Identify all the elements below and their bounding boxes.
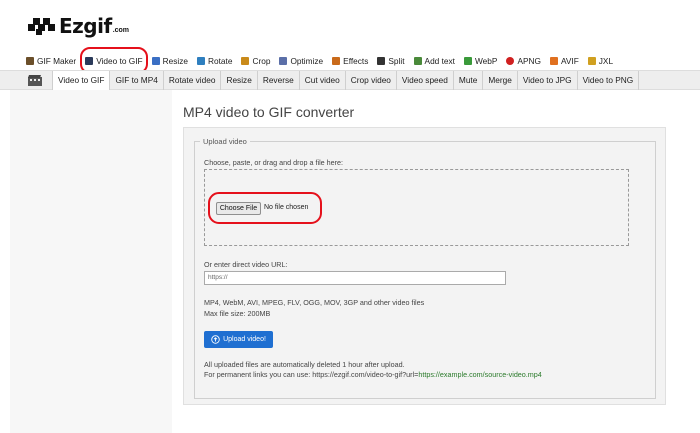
max-file-size: Max file size: 200MB <box>204 309 271 318</box>
subnav-tabs: Video to GIF GIF to MP4 Rotate video Res… <box>52 71 640 90</box>
logo-domain: .com <box>112 26 130 34</box>
tab-merge[interactable]: Merge <box>482 71 517 90</box>
sub-nav: Video to GIF GIF to MP4 Rotate video Res… <box>0 70 700 90</box>
gif-maker-icon <box>26 57 34 65</box>
nav-jxl[interactable]: JXL <box>587 56 613 66</box>
tab-resize[interactable]: Resize <box>220 71 256 90</box>
tab-video-to-gif[interactable]: Video to GIF <box>52 71 110 90</box>
webp-icon <box>463 57 472 65</box>
permanent-link-note: For permanent links you can use: https:/… <box>204 370 542 379</box>
supported-formats: MP4, WebM, AVI, MPEG, FLV, OGG, MOV, 3GP… <box>204 298 425 307</box>
upload-panel: Upload video Choose, paste, or drag and … <box>183 127 666 405</box>
nav-avif[interactable]: AVIF <box>549 56 579 66</box>
nav-rotate[interactable]: Rotate <box>197 56 232 66</box>
tab-rotate-video[interactable]: Rotate video <box>162 71 221 90</box>
choose-file-highlight <box>208 192 322 224</box>
tab-crop-video[interactable]: Crop video <box>344 71 396 90</box>
rotate-icon <box>197 57 205 65</box>
upload-video-button[interactable]: Upload video! <box>204 331 273 348</box>
url-label: Or enter direct video URL: <box>204 260 288 269</box>
permanent-link-prefix: For permanent links you can use: https:/… <box>204 370 419 379</box>
upload-instruction: Choose, paste, or drag and drop a file h… <box>204 158 344 167</box>
upload-legend: Upload video <box>200 137 250 146</box>
page-title: MP4 video to GIF converter <box>183 104 355 120</box>
optimize-icon <box>279 57 288 65</box>
cloud-upload-icon <box>211 335 220 344</box>
tab-mute[interactable]: Mute <box>452 71 482 90</box>
logo[interactable]: Ezgif .com <box>28 12 129 40</box>
crop-icon <box>241 57 250 65</box>
nav-effects[interactable]: Effects <box>332 56 368 66</box>
avif-icon <box>549 57 558 65</box>
film-icon <box>28 75 42 86</box>
nav-resize[interactable]: Resize <box>151 56 188 66</box>
effects-icon <box>332 57 341 65</box>
nav-split[interactable]: Split <box>377 56 405 66</box>
tab-gif-to-mp4[interactable]: GIF to MP4 <box>109 71 162 90</box>
nav-optimize[interactable]: Optimize <box>279 56 323 66</box>
logo-mark-icon <box>28 15 56 37</box>
resize-icon <box>151 57 160 65</box>
split-icon <box>377 57 386 65</box>
tab-video-to-jpg[interactable]: Video to JPG <box>516 71 577 90</box>
apng-icon <box>506 57 515 65</box>
nav-gif-maker[interactable]: GIF Maker <box>26 56 76 66</box>
tab-cut-video[interactable]: Cut video <box>298 71 345 90</box>
left-sidebar <box>10 90 172 433</box>
tab-video-speed[interactable]: Video speed <box>395 71 453 90</box>
nav-crop[interactable]: Crop <box>241 56 270 66</box>
jxl-icon <box>587 57 596 65</box>
add-text-icon <box>413 57 422 65</box>
logo-text: Ezgif <box>59 14 112 38</box>
nav-add-text[interactable]: Add text <box>413 56 455 66</box>
auto-delete-note: All uploaded files are automatically del… <box>204 360 405 369</box>
tab-reverse[interactable]: Reverse <box>256 71 299 90</box>
example-url-link[interactable]: https://example.com/source-video.mp4 <box>418 370 541 379</box>
tab-video-to-png[interactable]: Video to PNG <box>576 71 640 90</box>
video-url-input[interactable]: https:// <box>204 271 506 285</box>
nav-webp[interactable]: WebP <box>463 56 497 66</box>
upload-video-label: Upload video! <box>223 336 266 343</box>
nav-apng[interactable]: APNG <box>506 56 541 66</box>
